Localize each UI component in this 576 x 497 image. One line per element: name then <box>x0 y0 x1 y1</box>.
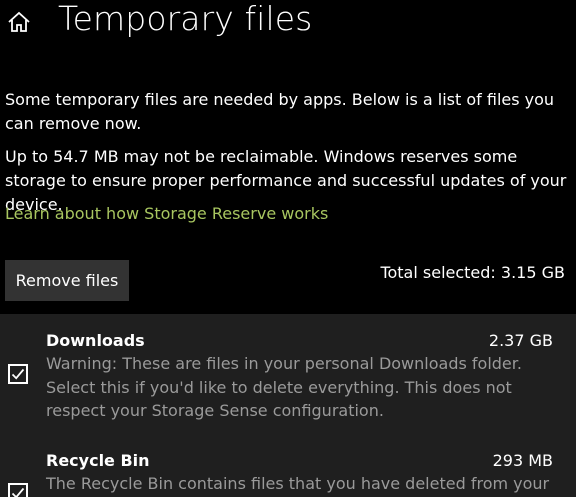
page-title: Temporary files <box>58 0 313 38</box>
item-description: Warning: These are files in your persona… <box>46 354 522 420</box>
total-selected-label: Total selected: 3.15 GB <box>380 263 565 282</box>
item-size: 2.37 GB <box>488 331 553 350</box>
remove-files-button[interactable]: Remove files <box>5 260 129 301</box>
downloads-checkbox[interactable] <box>8 364 28 384</box>
item-description: The Recycle Bin contains files that you … <box>46 474 550 493</box>
temp-files-list: Downloads 2.37 GB Warning: These are fil… <box>0 314 576 497</box>
list-item-recycle-bin: Recycle Bin 293 MB The Recycle Bin conta… <box>0 439 576 497</box>
item-name: Downloads <box>46 331 145 350</box>
item-size: 293 MB <box>492 451 553 470</box>
page-header: Temporary files <box>0 0 576 46</box>
home-icon[interactable] <box>6 10 32 34</box>
item-name: Recycle Bin <box>46 451 150 470</box>
storage-reserve-link[interactable]: Learn about how Storage Reserve works <box>5 202 328 226</box>
checkmark-icon <box>11 487 25 497</box>
checkmark-icon <box>11 368 25 380</box>
recycle-bin-checkbox[interactable] <box>8 483 28 497</box>
list-item-downloads: Downloads 2.37 GB Warning: These are fil… <box>0 314 576 439</box>
temporary-files-page: Temporary files Some temporary files are… <box>0 0 576 497</box>
intro-text: Some temporary files are needed by apps.… <box>5 90 555 133</box>
